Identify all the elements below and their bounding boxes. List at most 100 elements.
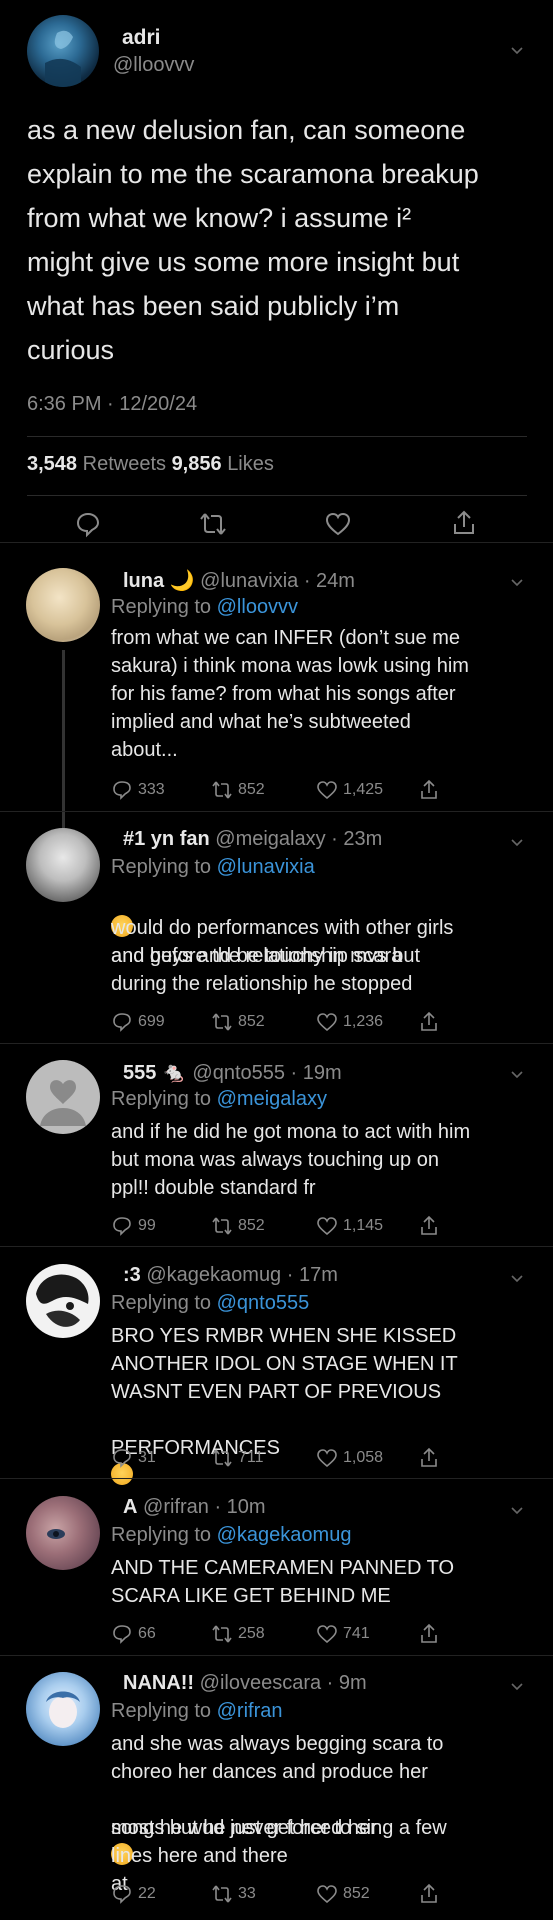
- reply-author-name[interactable]: NANA!!: [123, 1672, 194, 1694]
- replying-label: Replying to: [111, 1292, 212, 1314]
- reply-header: A @rifran · 10m: [123, 1496, 266, 1519]
- retweets-count[interactable]: 3,548: [27, 453, 77, 475]
- reply-count: 99: [138, 1217, 156, 1234]
- share-button[interactable]: [418, 1214, 440, 1238]
- reply-tweet[interactable]: NANA!! @iloveescara · 9m Replying to @ri…: [0, 1672, 553, 1918]
- reply-author-handle[interactable]: @qnto555 · 19m: [192, 1062, 341, 1084]
- reply-author-handle[interactable]: @rifran · 10m: [143, 1496, 266, 1518]
- tweet-text: as a new delusion fan, can someone expla…: [27, 115, 479, 365]
- reply-button[interactable]: 333: [111, 778, 165, 802]
- chevron-down-icon[interactable]: [510, 1504, 524, 1518]
- likes-count[interactable]: 9,856: [172, 453, 222, 475]
- retweet-icon[interactable]: [199, 510, 227, 538]
- reply-author-handle[interactable]: @iloveescara · 9m: [200, 1672, 367, 1694]
- reply-tweet[interactable]: :3 @kagekaomug · 17m Replying to @qnto55…: [0, 1264, 553, 1485]
- chevron-down-icon[interactable]: [510, 1272, 524, 1286]
- chevron-down-icon[interactable]: [510, 1680, 524, 1694]
- retweet-count: 852: [238, 1217, 265, 1234]
- author-name[interactable]: adri: [122, 26, 161, 50]
- share-button[interactable]: [418, 1010, 440, 1034]
- chevron-down-icon[interactable]: [510, 1068, 524, 1082]
- avatar[interactable]: [26, 828, 100, 902]
- share-button[interactable]: [418, 1882, 440, 1906]
- tweet-timestamp: 6:36 PM · 12/20/24: [27, 393, 198, 415]
- reply-button[interactable]: 66: [111, 1622, 156, 1646]
- reply-button[interactable]: 22: [111, 1882, 156, 1906]
- divider: [27, 495, 527, 496]
- retweet-count: 258: [238, 1625, 265, 1642]
- share-icon[interactable]: [450, 509, 478, 537]
- retweet-button[interactable]: 852: [211, 778, 265, 802]
- like-button[interactable]: 852: [316, 1882, 370, 1906]
- retweet-button[interactable]: 852: [211, 1010, 265, 1034]
- reply-button[interactable]: 99: [111, 1214, 156, 1238]
- replying-label: Replying to: [111, 1524, 212, 1546]
- reply-text: and if he did he got mona to act with hi…: [111, 1121, 471, 1199]
- reply-author-handle[interactable]: @meigalaxy · 23m: [215, 828, 382, 850]
- author-handle[interactable]: @lloovvv: [113, 54, 194, 77]
- replying-to: Replying to @kagekaomug: [111, 1524, 351, 1547]
- avatar[interactable]: [26, 1496, 100, 1570]
- separator: [0, 1043, 553, 1044]
- share-button[interactable]: [418, 1622, 440, 1646]
- replying-label: Replying to: [111, 596, 212, 618]
- like-button[interactable]: 1,058: [316, 1446, 383, 1470]
- like-button[interactable]: 1,236: [316, 1010, 383, 1034]
- reply-author-name[interactable]: A: [123, 1496, 137, 1518]
- replying-to-link[interactable]: @lunavixia: [217, 856, 315, 878]
- separator: [0, 1478, 553, 1479]
- share-button[interactable]: [418, 778, 440, 802]
- reply-button[interactable]: 699: [111, 1010, 165, 1034]
- retweets-label[interactable]: Retweets: [83, 453, 166, 475]
- reply-header: 555 🐁 @qnto555 · 19m: [123, 1060, 342, 1085]
- replying-to-link[interactable]: @rifran: [217, 1700, 283, 1722]
- reply-actions: 333 852 1,425: [111, 778, 441, 802]
- separator: [0, 1655, 553, 1656]
- like-button[interactable]: 1,425: [316, 778, 383, 802]
- avatar[interactable]: [26, 1264, 100, 1338]
- reply-author-handle[interactable]: @lunavixia · 24m: [200, 570, 355, 592]
- avatar[interactable]: [26, 568, 100, 642]
- replying-label: Replying to: [111, 1700, 212, 1722]
- reply-actions: 31 711 1,058: [111, 1446, 441, 1470]
- reply-header: NANA!! @iloveescara · 9m: [123, 1672, 367, 1695]
- retweet-button[interactable]: 33: [211, 1882, 256, 1906]
- reply-author-name[interactable]: #1 yn fan: [123, 828, 210, 850]
- like-button[interactable]: 741: [316, 1622, 370, 1646]
- reply-text: and she was always begging scara to chor…: [111, 1733, 444, 1783]
- replying-to-link[interactable]: @lloovvv: [217, 596, 298, 618]
- reply-author-name[interactable]: 555 🐁: [123, 1062, 187, 1084]
- chevron-down-icon[interactable]: [510, 44, 524, 58]
- retweet-button[interactable]: 852: [211, 1214, 265, 1238]
- retweet-button[interactable]: 258: [211, 1622, 265, 1646]
- reply-tweet[interactable]: #1 yn fan @meigalaxy · 23m Replying to @…: [0, 828, 553, 1038]
- retweet-count: 852: [238, 1013, 265, 1030]
- reply-actions: 99 852 1,145: [111, 1214, 441, 1238]
- retweet-button[interactable]: 711: [211, 1446, 264, 1470]
- reply-tweet[interactable]: luna 🌙 @lunavixia · 24m Replying to @llo…: [0, 568, 553, 830]
- like-count: 1,058: [343, 1449, 384, 1466]
- replying-to-link[interactable]: @qnto555: [217, 1292, 310, 1314]
- avatar[interactable]: [26, 1060, 100, 1134]
- separator: [0, 542, 553, 543]
- chevron-down-icon[interactable]: [510, 836, 524, 850]
- reply-tweet[interactable]: A @rifran · 10m Replying to @kagekaomug …: [0, 1496, 553, 1648]
- reply-button[interactable]: 31: [111, 1446, 156, 1470]
- reply-actions: 699 852 1,236: [111, 1010, 441, 1034]
- replying-to-link[interactable]: @meigalaxy: [217, 1088, 327, 1110]
- replying-to-link[interactable]: @kagekaomug: [217, 1524, 352, 1546]
- reply-author-name[interactable]: luna 🌙: [123, 570, 195, 592]
- reply-tweet[interactable]: 555 🐁 @qnto555 · 19m Replying to @meigal…: [0, 1060, 553, 1240]
- share-button[interactable]: [418, 1446, 440, 1470]
- reply-author-name[interactable]: :3: [123, 1264, 141, 1286]
- likes-label[interactable]: Likes: [227, 453, 274, 475]
- like-button[interactable]: 1,145: [316, 1214, 383, 1238]
- reply-count: 333: [138, 781, 165, 798]
- like-icon[interactable]: [324, 510, 352, 538]
- reply-header: :3 @kagekaomug · 17m: [123, 1264, 338, 1287]
- main-avatar[interactable]: [27, 15, 99, 87]
- avatar[interactable]: [26, 1672, 100, 1746]
- reply-icon[interactable]: [74, 510, 102, 538]
- chevron-down-icon[interactable]: [510, 576, 524, 590]
- reply-author-handle[interactable]: @kagekaomug · 17m: [146, 1264, 338, 1286]
